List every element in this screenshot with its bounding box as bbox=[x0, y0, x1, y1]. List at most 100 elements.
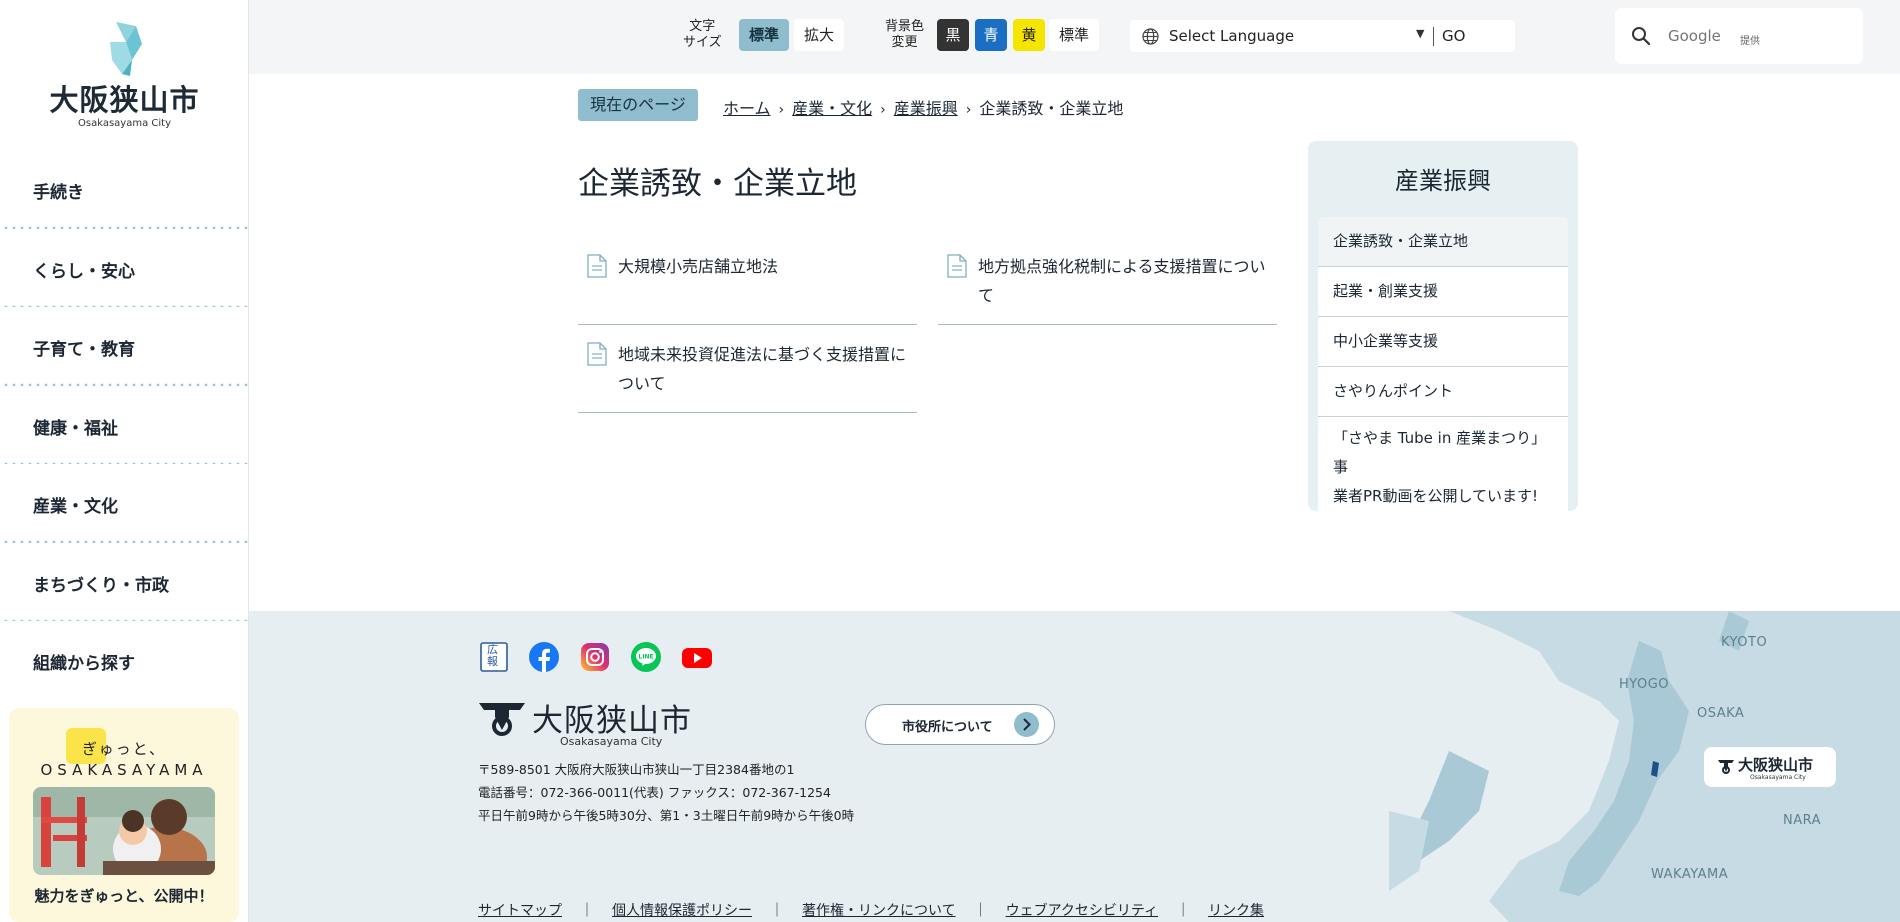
footer-address: 〒589-8501 大阪府大阪狭山市狭山一丁目2384番地の1 bbox=[478, 762, 795, 777]
arrow-right-glyph bbox=[1023, 718, 1031, 731]
search-icon[interactable] bbox=[1631, 26, 1651, 46]
footer-site-name: 大阪狭山市 bbox=[532, 703, 692, 739]
link-large-retail-store-act[interactable]: 大規模小売店舗立地法 bbox=[578, 252, 917, 325]
line-icon[interactable]: LINE bbox=[630, 641, 662, 673]
local-nav-item-sme-support[interactable]: 中小企業等支援 bbox=[1318, 317, 1568, 367]
map-label-osaka: OSAKA bbox=[1697, 706, 1745, 721]
city-emblem-icon bbox=[1718, 760, 1734, 774]
footer-link-sitemap[interactable]: サイトマップ bbox=[478, 903, 562, 919]
footer-link-separator: ｜ bbox=[580, 903, 594, 919]
footer-link-separator: ｜ bbox=[1176, 903, 1191, 919]
current-page-tag: 現在のページ bbox=[578, 89, 698, 121]
local-nav: 産業振興 企業誘致・企業立地 起業・創業支援 中小企業等支援 さやりんポイント … bbox=[1308, 141, 1578, 521]
nav-item-procedures[interactable]: 手続き bbox=[0, 150, 249, 229]
nav-item-organization[interactable]: 組織から探す bbox=[0, 621, 249, 700]
globe-icon bbox=[1142, 28, 1159, 45]
instagram-icon[interactable] bbox=[579, 641, 611, 673]
map-marker-name-en: Osakasayama City bbox=[1750, 774, 1806, 781]
document-icon bbox=[587, 342, 607, 366]
site-search: 提供 bbox=[1615, 8, 1863, 64]
link-label: 地方拠点強化税制による支援措置について bbox=[978, 252, 1266, 310]
map-label-nara: NARA bbox=[1783, 813, 1822, 828]
link-regional-future-investment[interactable]: 地域未来投資促進法に基づく支援措置に ついて bbox=[578, 340, 917, 413]
map-city-marker: 大阪狭山市 Osakasayama City bbox=[1704, 747, 1836, 787]
search-provided-label: 提供 bbox=[1740, 36, 1760, 47]
city-emblem-icon bbox=[479, 703, 525, 736]
nav-item-health-welfare[interactable]: 健康・福祉 bbox=[0, 385, 249, 464]
footer-link-separator: ｜ bbox=[973, 903, 988, 919]
bg-blue-button[interactable]: 青 bbox=[975, 19, 1007, 51]
document-icon bbox=[587, 254, 607, 278]
promo-banner[interactable]: ぎゅっと、 OSAKASAYAMA 魅力をぎゅっと、公開中！ bbox=[9, 708, 239, 922]
breadcrumb-industry-promotion[interactable]: 産業振興 bbox=[894, 99, 958, 118]
local-nav-item-sayama-tube[interactable]: 「さやま Tube in 産業まつり」事業者PR動画を公開しています! bbox=[1318, 417, 1568, 521]
footer-link-accessibility[interactable]: ウェブアクセシビリティ bbox=[1006, 903, 1158, 919]
footer-site-name-en: Osakasayama City bbox=[560, 735, 663, 748]
city-hall-info-button[interactable]: 市役所について bbox=[865, 704, 1055, 745]
footer-link-privacy[interactable]: 個人情報保護ポリシー bbox=[612, 903, 752, 919]
breadcrumb: ホーム › 産業・文化 › 産業振興 › 企業誘致・企業立地 bbox=[723, 95, 1123, 119]
language-divider bbox=[1433, 27, 1434, 46]
bg-color-label: 背景色 変更 bbox=[885, 19, 924, 51]
city-mark-icon bbox=[109, 22, 142, 76]
nav-item-industry-culture[interactable]: 産業・文化 bbox=[0, 464, 249, 543]
site-logo[interactable]: 大阪狭山市 Osakasayama City bbox=[0, 20, 249, 129]
bg-standard-button[interactable]: 標準 bbox=[1049, 19, 1099, 51]
promo-caption: 魅力をぎゅっと、公開中！ bbox=[34, 887, 214, 905]
link-label-line-2: ついて bbox=[618, 374, 666, 393]
language-select-value: Select Language bbox=[1169, 27, 1295, 45]
footer-link-links[interactable]: リンク集 bbox=[1208, 903, 1264, 919]
map-label-kyoto: KYOTO bbox=[1721, 635, 1768, 650]
map-label-wakayama: WAKAYAMA bbox=[1651, 867, 1729, 882]
language-select[interactable]: Select Language ▼ GO bbox=[1130, 20, 1515, 52]
text-size-label-line-2: サイズ bbox=[683, 35, 722, 50]
link-label: 大規模小売店舗立地法 bbox=[618, 257, 779, 276]
chevron-right-icon: › bbox=[880, 102, 886, 118]
bg-color-label-line-2: 変更 bbox=[891, 35, 918, 50]
sidebar: 大阪狭山市 Osakasayama City 手続き くらし・安心 子育て・教育… bbox=[0, 0, 249, 922]
footer-hours: 平日午前9時から午後5時30分、第1・3土曜日午前9時から午後0時 bbox=[478, 808, 855, 823]
bg-yellow-button[interactable]: 黄 bbox=[1013, 19, 1045, 51]
local-nav-item-label-line-2: 業者PR動画を公開しています! bbox=[1333, 487, 1539, 505]
local-nav-item-corporate-attraction[interactable]: 企業誘致・企業立地 bbox=[1318, 217, 1568, 267]
link-label-line-1: 地域未来投資促進法に基づく支援措置に bbox=[618, 345, 907, 364]
youtube-icon[interactable] bbox=[681, 641, 713, 673]
map-label-hyogo: HYOGO bbox=[1619, 677, 1670, 692]
local-nav-item-label-line-1: 「さやま Tube in 産業まつり」事 bbox=[1333, 429, 1547, 476]
link-regional-base-tax-support[interactable]: 地方拠点強化税制による支援措置について bbox=[938, 252, 1277, 325]
text-size-large-button[interactable]: 拡大 bbox=[794, 19, 844, 51]
bg-black-button[interactable]: 黒 bbox=[937, 19, 969, 51]
nav-item-life-safety[interactable]: くらし・安心 bbox=[0, 228, 249, 307]
text-size-standard-button[interactable]: 標準 bbox=[739, 19, 789, 51]
footer-phone: 電話番号：072-366-0011(代表) ファックス：072-367-1254 bbox=[478, 785, 831, 800]
nav-item-childcare-education[interactable]: 子育て・教育 bbox=[0, 307, 249, 386]
language-go-button[interactable]: GO bbox=[1442, 27, 1465, 45]
footer-link-copyright[interactable]: 著作権・リンクについて bbox=[802, 903, 956, 919]
text-size-label: 文字 サイズ bbox=[683, 19, 722, 51]
text-size-label-line-1: 文字 bbox=[689, 19, 716, 34]
chevron-down-icon: ▼ bbox=[1416, 27, 1425, 40]
utility-bar: 文字 サイズ 標準 拡大 背景色 変更 黒 青 黄 標準 Select Lang… bbox=[249, 0, 1900, 74]
city-hall-info-label: 市役所について bbox=[902, 720, 993, 735]
local-nav-item-sayarin-point[interactable]: さやりんポイント bbox=[1318, 367, 1568, 417]
footer-link-separator: ｜ bbox=[770, 903, 784, 919]
page-title: 企業誘致・企業立地 bbox=[578, 166, 857, 202]
local-nav-item-startup-support[interactable]: 起業・創業支援 bbox=[1318, 267, 1568, 317]
breadcrumb-home[interactable]: ホーム bbox=[723, 99, 771, 118]
local-nav-list: 企業誘致・企業立地 起業・創業支援 中小企業等支援 さやりんポイント 「さやま … bbox=[1318, 217, 1568, 521]
kouhou-icon[interactable]: 広報 bbox=[478, 641, 510, 673]
chevron-right-icon: › bbox=[778, 102, 785, 118]
promo-photo bbox=[33, 787, 215, 875]
breadcrumb-industry-culture[interactable]: 産業・文化 bbox=[792, 99, 872, 118]
kouhou-text: 広報 bbox=[487, 644, 498, 668]
promo-line-2: OSAKASAYAMA bbox=[40, 761, 208, 779]
promo-line-1: ぎゅっと、 bbox=[82, 740, 166, 758]
local-nav-title: 産業振興 bbox=[1395, 167, 1491, 195]
arrow-right-icon bbox=[1014, 712, 1039, 737]
link-label-line-1: 地方拠点強化税制による支援措置につい bbox=[978, 257, 1266, 276]
kouhou-text-line-2: 報 bbox=[487, 655, 498, 668]
facebook-icon[interactable] bbox=[528, 641, 560, 673]
site-name: 大阪狭山市 bbox=[49, 83, 200, 117]
map-marker-name: 大阪狭山市 bbox=[1738, 756, 1814, 774]
nav-item-town-planning[interactable]: まちづくり・市政 bbox=[0, 542, 249, 621]
